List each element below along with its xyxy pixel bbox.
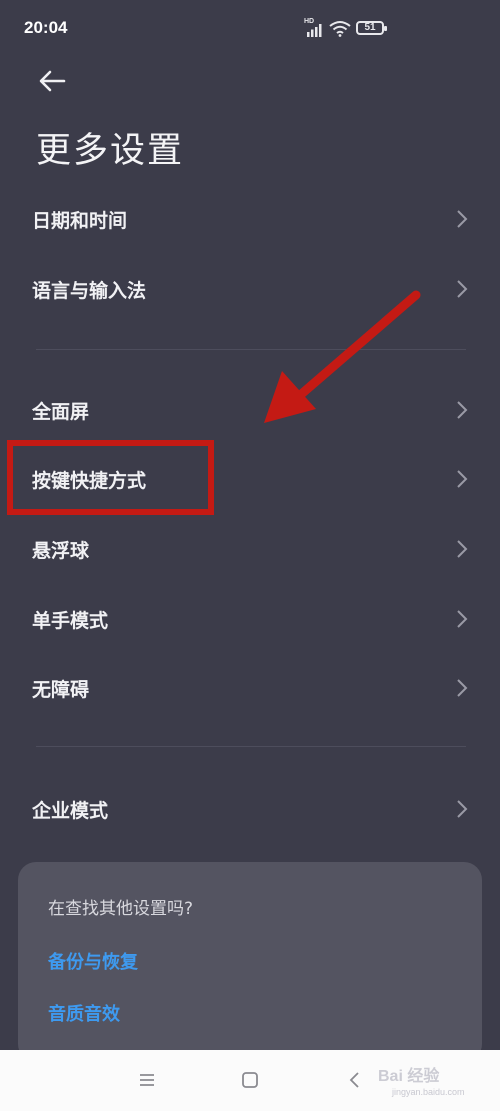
menu-icon[interactable]: [135, 1068, 159, 1092]
settings-item-label: 无障碍: [32, 679, 90, 701]
settings-item-floating-ball[interactable]: 悬浮球: [0, 518, 500, 580]
battery-level: 51: [364, 22, 376, 33]
chevron-right-icon: [457, 401, 468, 419]
chevron-right-icon: [457, 210, 468, 228]
link-sound-quality[interactable]: 音质音效: [48, 1000, 120, 1026]
status-time: 20:04: [24, 18, 68, 37]
chevron-right-icon: [457, 610, 468, 628]
suggestion-question: 在查找其他设置吗?: [48, 899, 194, 919]
chevron-right-icon: [457, 679, 468, 697]
settings-item-label: 企业模式: [32, 800, 109, 822]
settings-item-label: 语言与输入法: [32, 280, 147, 302]
battery-icon: 51: [356, 21, 387, 35]
suggestion-card: 在查找其他设置吗? 备份与恢复 音质音效: [18, 862, 482, 1062]
settings-item-label: 单手模式: [32, 610, 109, 632]
back-icon[interactable]: [343, 1068, 367, 1092]
settings-item-accessibility[interactable]: 无障碍: [0, 657, 500, 719]
watermark-url: jingyan.baidu.com: [392, 1087, 465, 1097]
annotation-highlight-box: [7, 440, 214, 515]
back-arrow-icon: [39, 70, 66, 92]
wifi-icon: [329, 21, 351, 37]
settings-item-date-time[interactable]: 日期和时间: [0, 188, 500, 250]
back-button[interactable]: [36, 66, 70, 96]
chevron-right-icon: [457, 280, 468, 298]
settings-item-enterprise-mode[interactable]: 企业模式: [0, 778, 500, 840]
annotation-arrow-icon: [264, 290, 421, 423]
chevron-right-icon: [457, 470, 468, 488]
page-title: 更多设置: [36, 131, 185, 171]
status-bar: 20:04 HD 51: [0, 0, 500, 60]
watermark-logo: Bai 经验: [378, 1068, 440, 1085]
section-divider: [36, 746, 466, 747]
settings-item-label: 悬浮球: [32, 540, 90, 562]
settings-item-one-handed-mode[interactable]: 单手模式: [0, 588, 500, 650]
chevron-right-icon: [457, 800, 468, 818]
home-icon[interactable]: [238, 1068, 262, 1092]
settings-item-label: 全面屏: [32, 401, 90, 423]
link-backup-restore[interactable]: 备份与恢复: [48, 948, 138, 974]
settings-item-label: 日期和时间: [32, 210, 128, 232]
chevron-right-icon: [457, 540, 468, 558]
signal-icon: HD: [304, 18, 324, 37]
